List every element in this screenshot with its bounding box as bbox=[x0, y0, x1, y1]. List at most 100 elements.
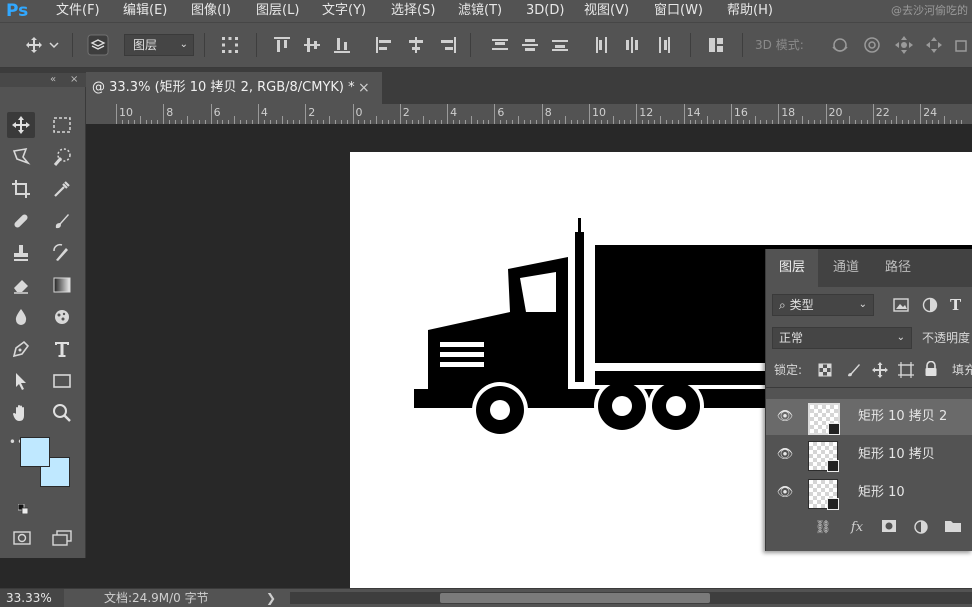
scrollbar-thumb[interactable] bbox=[440, 593, 710, 603]
water-drop-icon bbox=[15, 309, 27, 325]
collapse-icon[interactable]: « bbox=[50, 73, 56, 87]
path-selection-tool[interactable] bbox=[7, 368, 35, 394]
horizontal-scrollbar[interactable] bbox=[290, 592, 972, 604]
gradient-tool[interactable] bbox=[48, 272, 76, 298]
link-layers-icon[interactable]: ⛓ bbox=[814, 519, 832, 537]
distribute-top-button[interactable] bbox=[488, 33, 512, 57]
menu-file[interactable]: 文件(F) bbox=[56, 0, 100, 22]
gradient-icon bbox=[53, 277, 71, 293]
move-tool[interactable] bbox=[7, 112, 35, 138]
align-bottom-button[interactable] bbox=[330, 33, 354, 57]
visibility-eye-icon[interactable]: 👁 bbox=[776, 446, 794, 464]
distribute-hcenter-button[interactable] bbox=[620, 33, 644, 57]
lock-all-button[interactable] bbox=[924, 360, 938, 377]
visibility-eye-icon[interactable]: 👁 bbox=[776, 484, 794, 502]
auto-align-layers-button[interactable] bbox=[704, 33, 728, 57]
type-tool[interactable] bbox=[48, 336, 76, 362]
marquee-tool[interactable] bbox=[48, 112, 76, 138]
ruler-major-tick bbox=[683, 104, 685, 124]
layer-row[interactable]: 👁 矩形 10 拷贝 bbox=[766, 437, 972, 473]
menu-help[interactable]: 帮助(H) bbox=[727, 0, 773, 22]
menu-window[interactable]: 窗口(W) bbox=[654, 0, 703, 22]
align-left-icon bbox=[376, 37, 391, 53]
align-top-button[interactable] bbox=[270, 33, 294, 57]
3d-roll-button[interactable] bbox=[860, 33, 884, 57]
close-icon[interactable]: × bbox=[358, 72, 370, 104]
brush-tool[interactable] bbox=[48, 208, 76, 234]
adjustment-layer-icon[interactable] bbox=[912, 519, 930, 537]
layer-row[interactable]: 👁 矩形 10 bbox=[766, 475, 972, 511]
ruler-minor-tick bbox=[518, 116, 520, 124]
eyedropper-tool[interactable] bbox=[48, 176, 76, 202]
quick-selection-tool[interactable] bbox=[48, 144, 76, 170]
3d-pan-button[interactable] bbox=[892, 33, 916, 57]
layer-name[interactable]: 矩形 10 bbox=[858, 475, 905, 511]
show-transform-controls[interactable] bbox=[216, 33, 244, 57]
hand-tool[interactable] bbox=[7, 400, 35, 426]
align-hcenter-button[interactable] bbox=[404, 33, 428, 57]
add-mask-icon[interactable] bbox=[880, 519, 898, 537]
layer-name[interactable]: 矩形 10 拷贝 2 bbox=[858, 399, 947, 435]
lock-position-button[interactable] bbox=[872, 362, 888, 378]
history-brush-tool[interactable] bbox=[48, 240, 76, 266]
menu-filter[interactable]: 滤镜(T) bbox=[458, 0, 502, 22]
move-tool-preset[interactable] bbox=[20, 33, 64, 57]
new-group-folder-icon[interactable] bbox=[944, 519, 962, 537]
layer-row[interactable]: 👁 矩形 10 拷贝 2 bbox=[766, 399, 972, 435]
screen-mode-button[interactable] bbox=[48, 525, 76, 551]
visibility-eye-icon[interactable]: 👁 bbox=[776, 408, 794, 426]
zoom-level-field[interactable]: 33.33% bbox=[0, 589, 64, 607]
menu-3d[interactable]: 3D(D) bbox=[526, 0, 564, 22]
menu-select[interactable]: 选择(S) bbox=[391, 0, 435, 22]
3d-scale-button[interactable] bbox=[952, 33, 972, 57]
distribute-left-button[interactable] bbox=[590, 33, 614, 57]
healing-brush-tool[interactable] bbox=[7, 208, 35, 234]
eraser-tool[interactable] bbox=[7, 272, 35, 298]
status-menu-arrow[interactable]: ❯ bbox=[266, 589, 276, 607]
tab-paths[interactable]: 路径 bbox=[872, 249, 924, 287]
zoom-tool[interactable] bbox=[48, 400, 76, 426]
align-left-button[interactable] bbox=[372, 33, 396, 57]
lock-artboard-button[interactable] bbox=[898, 362, 914, 378]
menu-layer[interactable]: 图层(L) bbox=[256, 0, 299, 22]
layer-name[interactable]: 矩形 10 拷贝 bbox=[858, 437, 935, 473]
menu-image[interactable]: 图像(I) bbox=[191, 0, 231, 22]
3d-orbit-button[interactable] bbox=[828, 33, 852, 57]
pen-tool[interactable] bbox=[7, 336, 35, 362]
tab-layers[interactable]: 图层 bbox=[766, 249, 818, 287]
distribute-vcenter-button[interactable] bbox=[518, 33, 542, 57]
distribute-right-button[interactable] bbox=[652, 33, 676, 57]
foreground-color-swatch[interactable] bbox=[20, 437, 50, 467]
document-tab[interactable]: @ 33.3% (矩形 10 拷贝 2, RGB/8/CMYK) * × bbox=[86, 72, 382, 104]
lasso-tool[interactable] bbox=[7, 144, 35, 170]
filter-pixel-layer-button[interactable] bbox=[892, 296, 910, 314]
lock-pixels-button[interactable] bbox=[846, 362, 862, 378]
lock-transparency-button[interactable] bbox=[818, 363, 832, 377]
blend-mode-dropdown[interactable]: 正常 ⌄ bbox=[772, 327, 912, 349]
rectangle-tool[interactable] bbox=[48, 368, 76, 394]
layer-filter-dropdown[interactable]: ⌕ 类型 ⌄ bbox=[772, 294, 874, 316]
align-right-button[interactable] bbox=[436, 33, 460, 57]
sponge-tool[interactable] bbox=[48, 304, 76, 330]
align-vcenter-button[interactable] bbox=[300, 33, 324, 57]
ruler-label: 12 bbox=[639, 106, 654, 119]
tab-channels[interactable]: 通道 bbox=[820, 249, 872, 287]
type-icon[interactable]: T bbox=[950, 295, 968, 315]
auto-select-toggle[interactable] bbox=[84, 33, 112, 57]
blur-tool[interactable] bbox=[7, 304, 35, 330]
close-icon[interactable]: × bbox=[70, 73, 78, 87]
quick-mask-button[interactable] bbox=[8, 525, 36, 551]
menu-edit[interactable]: 编辑(E) bbox=[123, 0, 167, 22]
fill-label: 填充 bbox=[952, 363, 972, 377]
3d-slide-button[interactable] bbox=[922, 33, 946, 57]
menu-type[interactable]: 文字(Y) bbox=[322, 0, 366, 22]
filter-adjustment-layer-button[interactable] bbox=[921, 296, 939, 314]
auto-select-target-dropdown[interactable]: 图层 ⌄ bbox=[124, 34, 194, 56]
layer-style-fx-icon[interactable]: fx bbox=[848, 519, 866, 537]
default-colors-icon[interactable] bbox=[17, 503, 29, 515]
crop-tool[interactable] bbox=[7, 176, 35, 202]
distribute-bottom-button[interactable] bbox=[548, 33, 572, 57]
menu-view[interactable]: 视图(V) bbox=[584, 0, 629, 22]
toolbox-header[interactable]: « × bbox=[0, 73, 86, 87]
clone-stamp-tool[interactable] bbox=[7, 240, 35, 266]
